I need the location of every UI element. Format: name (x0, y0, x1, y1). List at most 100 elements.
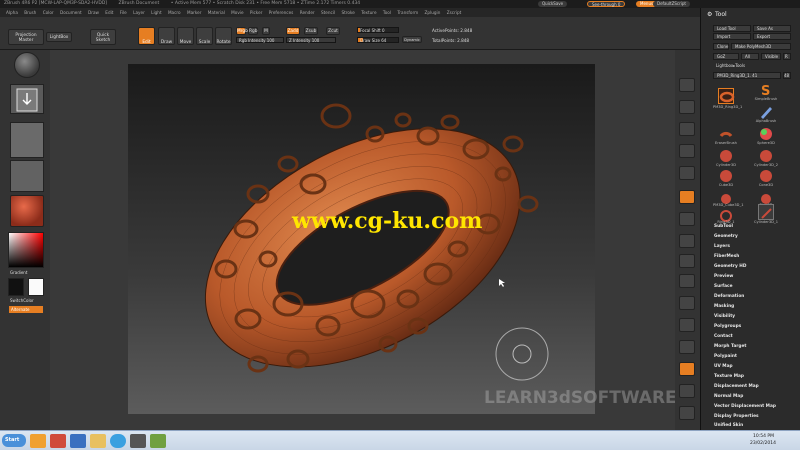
menu-file[interactable]: File (120, 10, 127, 15)
system-tray-icons[interactable] (640, 437, 700, 445)
local-button[interactable] (679, 234, 695, 248)
subpalette-unified-skin[interactable]: Unified Skin (714, 423, 743, 428)
draw-button[interactable]: Draw (158, 27, 175, 45)
goz-all-button[interactable]: All (741, 53, 759, 60)
subpalette-normal-map[interactable]: Normal Map (714, 394, 743, 399)
gradient-label[interactable]: Gradient (10, 270, 27, 275)
current-tool-name[interactable]: PM3D_Ring3D_1. 41 (713, 72, 781, 79)
scale-button[interactable]: Scale (196, 27, 213, 45)
brush-thumbnail[interactable] (14, 52, 40, 78)
main-color-swatch[interactable] (8, 278, 24, 296)
subpalette-geometry[interactable]: Geometry (714, 234, 738, 239)
menu-picker[interactable]: Picker (250, 10, 262, 15)
m-button[interactable]: M (262, 27, 270, 35)
lightbox-button[interactable]: LightBox (46, 32, 72, 42)
cube3d-thumb[interactable] (718, 168, 734, 184)
subpalette-uv-map[interactable]: UV Map (714, 364, 733, 369)
rotate-button[interactable]: Rotate (215, 27, 232, 45)
subpalette-layers[interactable]: Layers (714, 244, 730, 249)
menu-brush[interactable]: Brush (24, 10, 36, 15)
document-canvas[interactable] (128, 64, 595, 414)
menu-movie[interactable]: Movie (231, 10, 243, 15)
app-taskbar-icon[interactable] (150, 434, 166, 448)
menu-transform[interactable]: Transform (397, 10, 418, 15)
zoom-button[interactable] (679, 144, 695, 158)
alphabrush-thumb[interactable] (758, 104, 774, 120)
cylinder3d-2-thumb[interactable] (758, 148, 774, 164)
navigation-gizmo-inner[interactable] (512, 344, 532, 364)
actual-button[interactable] (679, 166, 695, 180)
subpalette-subtool[interactable]: SubTool (714, 224, 733, 229)
browser-icon[interactable] (110, 434, 126, 448)
floor-button[interactable] (679, 212, 695, 226)
subpalette-morph-target[interactable]: Morph Target (714, 344, 746, 349)
alternate-button[interactable]: Alternate (9, 306, 43, 313)
menu-preferences[interactable]: Preferences (269, 10, 294, 15)
menu-stencil[interactable]: Stencil (321, 10, 335, 15)
rgb-intensity-slider[interactable]: Rgb Intensity 100 (236, 37, 284, 43)
load-tool-button[interactable]: Load Tool (713, 25, 751, 32)
move-view-button[interactable] (679, 296, 695, 310)
menu-macro[interactable]: Macro (168, 10, 181, 15)
folder-icon[interactable] (90, 434, 106, 448)
focal-shift-slider[interactable]: Focal Shift 0 (357, 27, 399, 33)
z-intensity-slider[interactable]: Z Intensity 100 (286, 37, 336, 43)
menu-light[interactable]: Light (151, 10, 161, 15)
secondary-color-swatch[interactable] (28, 278, 44, 296)
make-polymesh-button[interactable]: Make PolyMesh3D (731, 43, 791, 50)
cone3d-thumb[interactable] (758, 168, 774, 184)
eraserbrush-thumb[interactable] (718, 126, 734, 142)
mrgb-button[interactable]: Mrgb (236, 27, 248, 35)
color-picker[interactable] (8, 232, 44, 268)
dynamic-button[interactable]: Dynamic (402, 36, 422, 43)
solo-button[interactable] (679, 406, 695, 420)
subpalette-masking[interactable]: Masking (714, 304, 734, 309)
export-button[interactable]: Export (753, 33, 791, 40)
persp-button[interactable] (679, 190, 695, 204)
media-player-icon[interactable] (30, 434, 46, 448)
start-button[interactable]: Start (2, 434, 26, 447)
sphere3d-thumb[interactable] (758, 126, 774, 142)
projection-master-button[interactable]: Projection Master (8, 29, 44, 45)
zbrush-taskbar-icon[interactable] (130, 434, 146, 448)
scale-view-button[interactable] (679, 318, 695, 332)
menu-render[interactable]: Render (300, 10, 315, 15)
transp-button[interactable] (679, 384, 695, 398)
material-thumbnail[interactable] (10, 195, 44, 227)
subpalette-polypaint[interactable]: Polypaint (714, 354, 737, 359)
xyz-button[interactable] (679, 254, 695, 268)
scroll-button[interactable] (679, 122, 695, 136)
navigation-gizmo[interactable] (495, 327, 549, 381)
menu-zplugin[interactable]: Zplugin (425, 10, 441, 15)
subpalette-preview[interactable]: Preview (714, 274, 733, 279)
zadd-button[interactable]: Zadd (286, 27, 300, 35)
word-icon[interactable] (70, 434, 86, 448)
edit-button[interactable]: Edit (138, 27, 155, 45)
menu-material[interactable]: Material (208, 10, 225, 15)
subpalette-vector-displacement-map[interactable]: Vector Displacement Map (714, 404, 776, 409)
menu-document[interactable]: Document (60, 10, 82, 15)
alpha-thumbnail[interactable] (10, 122, 44, 158)
texture-thumbnail[interactable] (10, 160, 44, 192)
spix-button[interactable] (679, 100, 695, 114)
quicksave-button[interactable]: QuickSave (538, 1, 568, 7)
bpr-render-button[interactable] (679, 78, 695, 92)
lightbox-tools-button[interactable]: Lightbox▸Tools (713, 63, 791, 70)
goz-button[interactable]: GoZ (713, 53, 739, 60)
clone-button[interactable]: Clone (713, 43, 729, 50)
stroke-thumbnail[interactable] (10, 84, 44, 114)
zsub-button[interactable]: Zsub (304, 27, 318, 35)
ring3d-tool-thumb[interactable] (718, 88, 735, 104)
switchcolor-label[interactable]: SwitchColor (10, 298, 34, 303)
subpalette-deformation[interactable]: Deformation (714, 294, 744, 299)
menu-draw[interactable]: Draw (88, 10, 99, 15)
see-through-slider[interactable]: See-through 0 (587, 1, 626, 7)
save-as-button[interactable]: Save As (753, 25, 791, 32)
move-button[interactable]: Move (177, 27, 194, 45)
menu-layer[interactable]: Layer (133, 10, 145, 15)
subpalette-geometry-hd[interactable]: Geometry HD (714, 264, 746, 269)
subpalette-contact[interactable]: Contact (714, 334, 733, 339)
polyf-button[interactable] (679, 362, 695, 376)
goz-visible-button[interactable]: Visible (761, 53, 781, 60)
cylinder3d-1-thumb[interactable] (758, 204, 774, 220)
